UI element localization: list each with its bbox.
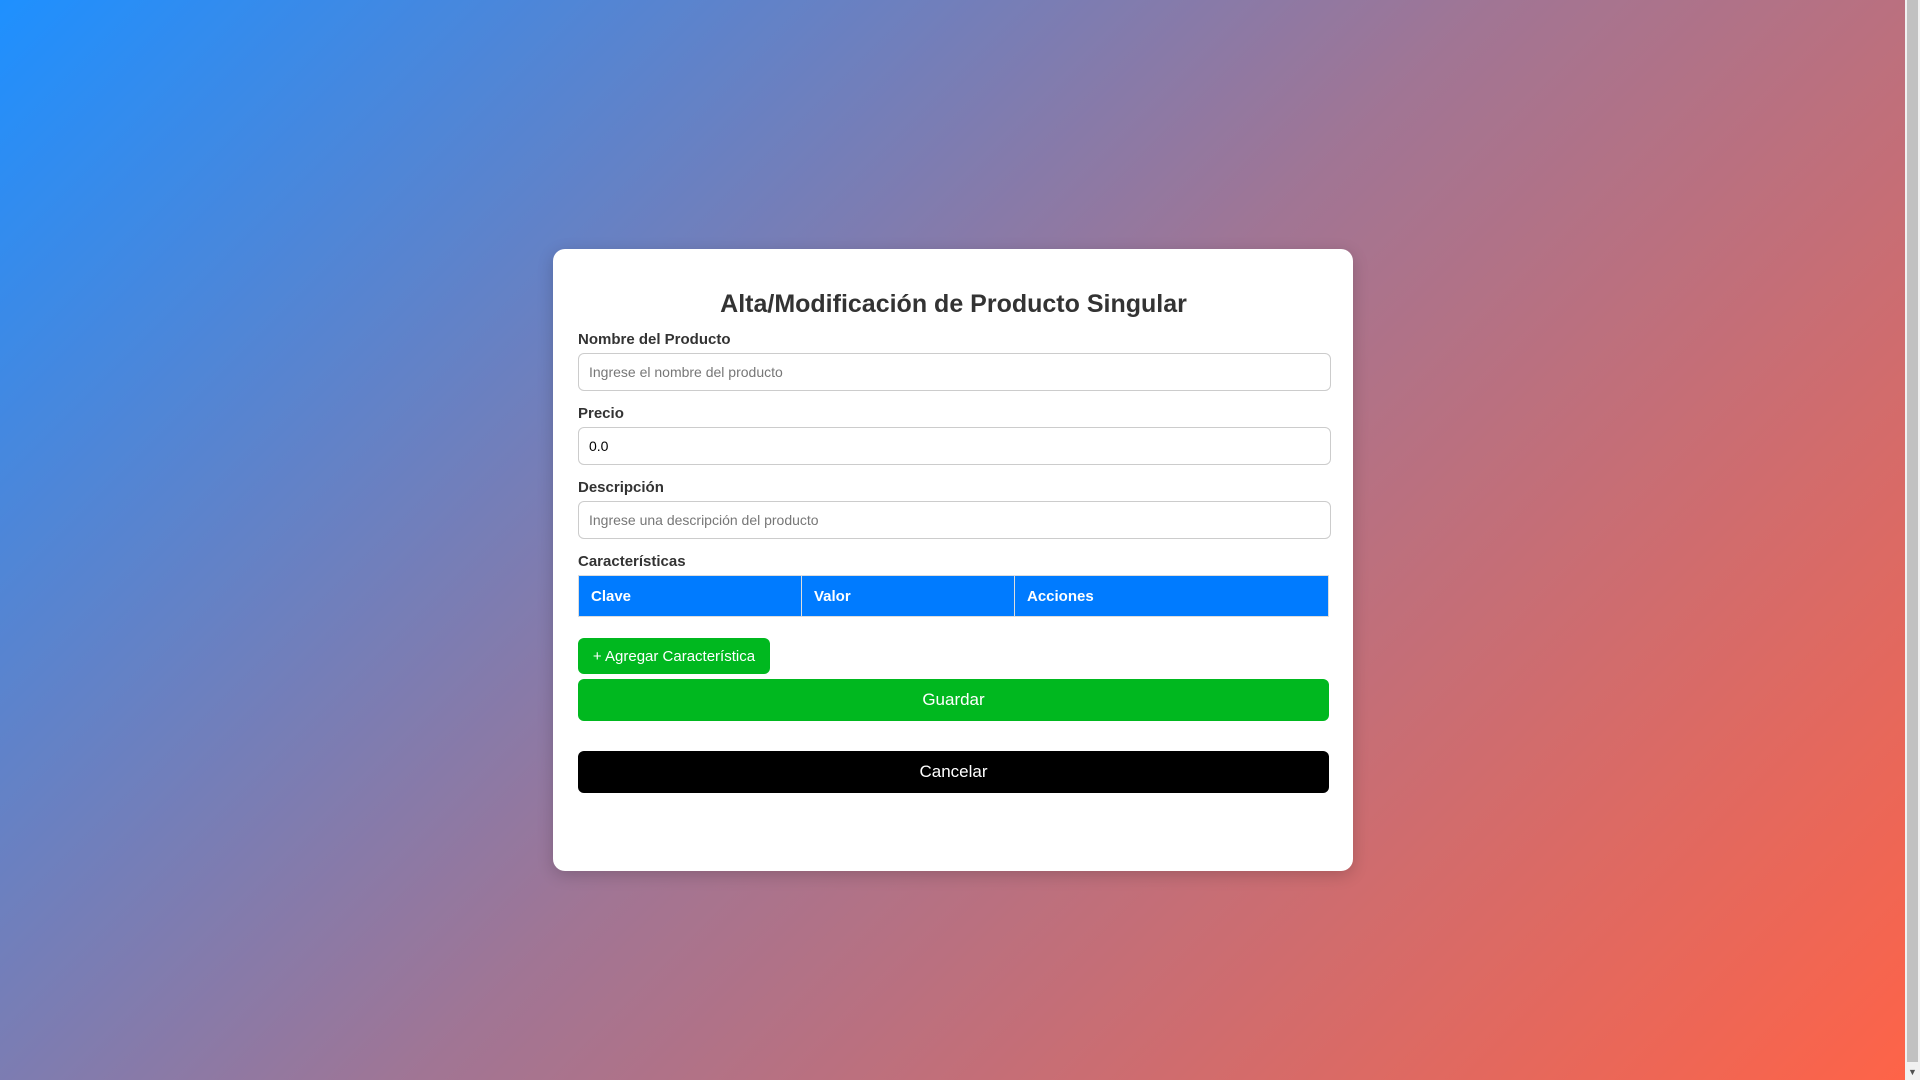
price-label: Precio <box>578 405 624 422</box>
description-input[interactable] <box>578 501 1331 539</box>
column-header-actions: Acciones <box>1014 575 1329 617</box>
scrollbar-thumb[interactable] <box>1907 0 1918 1062</box>
features-table: Clave Valor Acciones <box>578 575 1329 617</box>
product-name-label: Nombre del Producto <box>578 331 731 348</box>
column-header-key: Clave <box>578 575 802 617</box>
page-title: Alta/Modificación de Producto Singular <box>720 290 1187 318</box>
scroll-down-arrow-icon[interactable]: ▼ <box>1905 1065 1920 1080</box>
add-feature-button[interactable]: + Agregar Característica <box>578 638 770 674</box>
column-header-value: Valor <box>801 575 1015 617</box>
price-input[interactable] <box>578 427 1331 465</box>
vertical-scrollbar[interactable]: ▼ <box>1905 0 1920 1080</box>
save-button[interactable]: Guardar <box>578 679 1329 721</box>
description-label: Descripción <box>578 479 664 496</box>
page-background: Alta/Modificación de Producto Singular N… <box>0 0 1905 1080</box>
product-name-input[interactable] <box>578 353 1331 391</box>
features-label: Características <box>578 553 686 570</box>
product-form-card: Alta/Modificación de Producto Singular N… <box>553 249 1353 871</box>
cancel-button[interactable]: Cancelar <box>578 751 1329 793</box>
features-table-header-row: Clave Valor Acciones <box>578 575 1329 617</box>
